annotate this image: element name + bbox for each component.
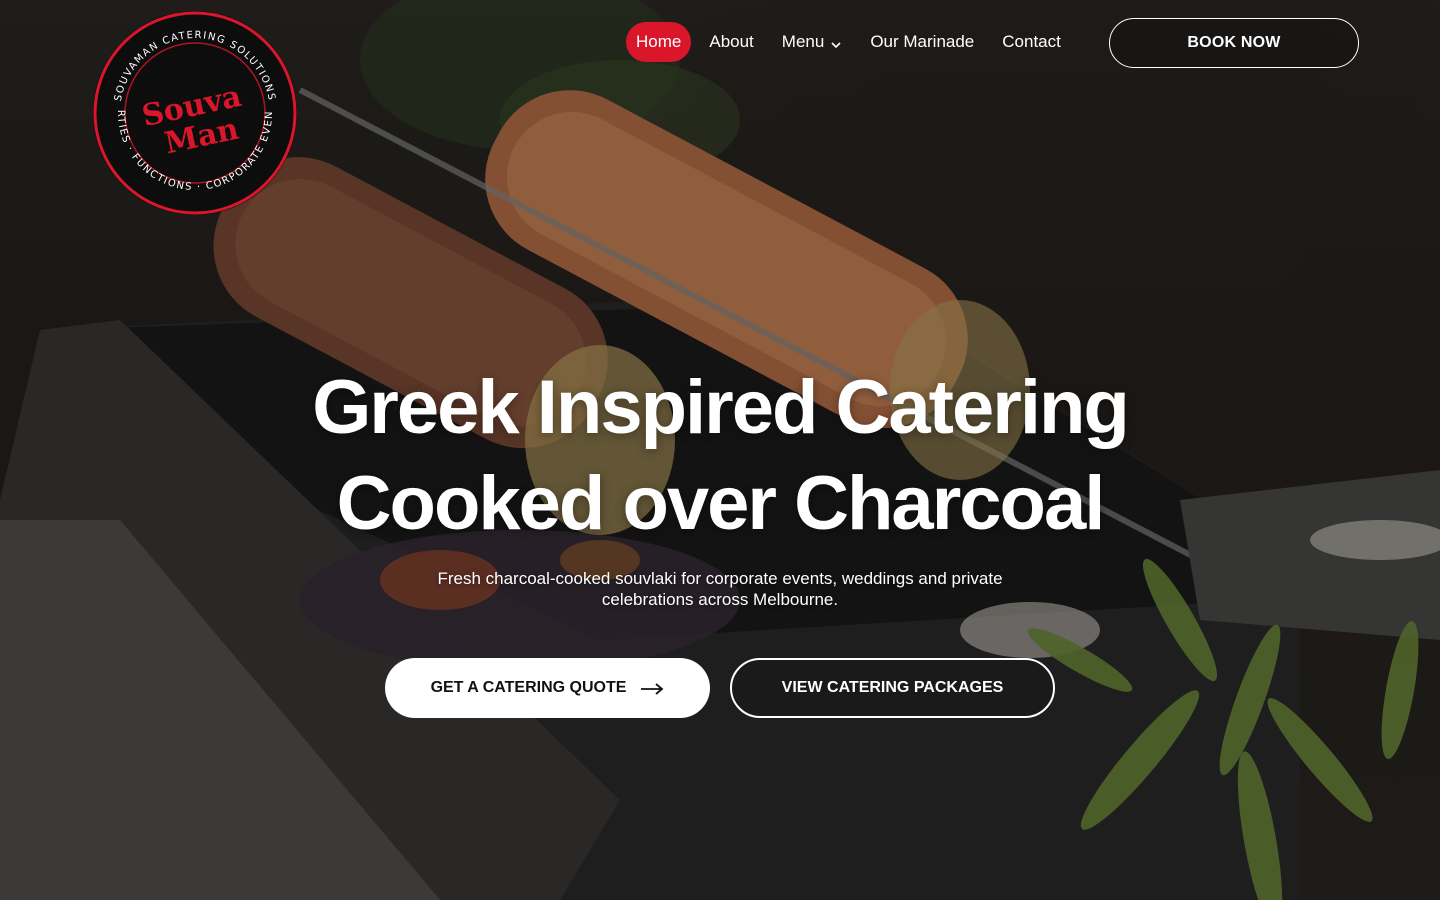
nav-item-label: Contact	[1002, 32, 1061, 51]
nav-item-menu[interactable]: Menu	[772, 22, 853, 62]
nav-item-label: About	[709, 32, 754, 51]
get-catering-quote-button[interactable]: GET A CATERING QUOTE	[385, 658, 710, 718]
nav-item-our-marinade[interactable]: Our Marinade	[860, 22, 984, 62]
hero-title-line-1: Greek Inspired Catering	[312, 365, 1130, 450]
nav-item-contact[interactable]: Contact	[992, 22, 1071, 62]
main-nav: Home About Menu Our Marinade Contact	[626, 22, 1071, 62]
nav-item-label: Our Marinade	[870, 32, 975, 51]
arrow-right-icon	[640, 682, 664, 695]
chevron-down-icon	[830, 36, 842, 49]
view-catering-packages-button[interactable]: VIEW CATERING PACKAGES	[730, 658, 1055, 718]
nav-item-label: Menu	[781, 32, 825, 51]
souvaman-logo[interactable]: SOUVAMAN CATERING SOLUTIONS PARTIES · FU…	[85, 0, 300, 218]
book-now-button[interactable]: BOOK NOW	[1109, 18, 1359, 68]
hero-subtitle: Fresh charcoal-cooked souvlaki for corpo…	[437, 569, 1003, 609]
hero-title: Greek Inspired Catering Cooked over Char…	[0, 360, 1440, 552]
get-catering-quote-label: GET A CATERING QUOTE	[430, 679, 627, 696]
book-now-label: BOOK NOW	[1187, 34, 1281, 51]
hero-title-line-2: Cooked over Charcoal	[336, 461, 1106, 546]
nav-item-label: Home	[636, 32, 682, 51]
nav-item-home[interactable]: Home	[626, 22, 692, 62]
nav-item-about[interactable]: About	[699, 22, 763, 62]
view-catering-packages-label: VIEW CATERING PACKAGES	[781, 679, 1004, 696]
